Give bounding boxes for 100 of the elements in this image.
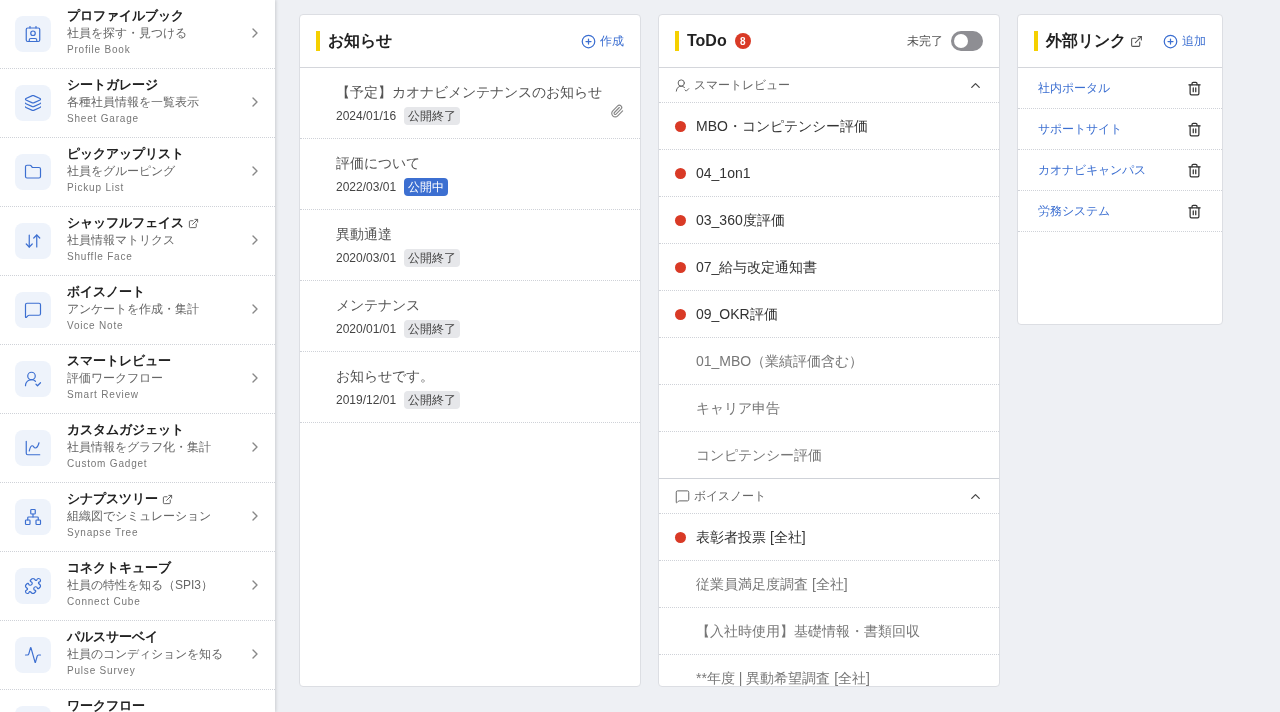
item-subtitle: アンケートを作成・集計 — [67, 301, 200, 318]
todo-text: 07_給与改定通知書 — [696, 257, 818, 277]
item-title: ボイスノート — [67, 283, 145, 301]
accent-bar — [675, 31, 679, 51]
link[interactable]: 労務システム — [1038, 202, 1187, 220]
todo-item[interactable]: コンピテンシー評価 — [659, 432, 999, 479]
item-subtitle: 社員の特性を知る（SPI3） — [67, 577, 214, 594]
sidebar-item[interactable]: ワークフロー — [0, 690, 275, 712]
todo-text: 01_MBO（業績評価含む） — [696, 351, 864, 371]
todo-item[interactable]: 09_OKR評価 — [659, 291, 999, 338]
speech-bubble-icon — [675, 488, 690, 504]
sidebar-item[interactable]: パルスサーベイ 社員のコンディションを知る Pulse Survey — [0, 621, 275, 690]
todo-text: 03_360度評価 — [696, 210, 785, 230]
layers-icon — [24, 94, 42, 112]
status-badge: 公開終了 — [404, 319, 461, 338]
todo-item[interactable]: キャリア申告 — [659, 385, 999, 432]
sidebar-item[interactable]: プロファイルブック 社員を探す・見つける Profile Book — [0, 0, 275, 69]
notice-title: 評価について — [336, 153, 421, 173]
network-icon — [24, 508, 42, 526]
accent-bar — [1034, 31, 1038, 51]
notice-date: 2020/03/01 — [336, 249, 397, 267]
todo-item[interactable]: 従業員満足度調査 [全社] — [659, 561, 999, 608]
pulse-icon — [24, 646, 42, 664]
item-english-name: Smart Review — [67, 388, 140, 402]
card-title: ToDo — [687, 31, 727, 51]
link[interactable]: 社内ポータル — [1038, 79, 1187, 97]
person-check-icon — [675, 77, 690, 93]
count-badge: 8 — [734, 33, 751, 49]
toggle-switch[interactable] — [951, 31, 983, 51]
todo-text: 従業員満足度調査 [全社] — [696, 574, 848, 594]
sidebar-item[interactable]: シナプスツリー 組織図でシミュレーション Synapse Tree — [0, 483, 275, 552]
item-title: ピックアップリスト — [67, 145, 184, 163]
trash-icon[interactable] — [1187, 162, 1202, 178]
todo-item[interactable]: **年度 | 異動希望調査 [全社] — [659, 655, 999, 686]
todo-text: 04_1on1 — [696, 163, 751, 183]
section-header[interactable]: ボイスノート — [659, 479, 999, 514]
item-title: スマートレビュー — [67, 352, 171, 370]
item-subtitle: 社員を探す・見つける — [67, 25, 188, 42]
item-english-name: Connect Cube — [67, 595, 142, 609]
trash-icon[interactable] — [1187, 80, 1202, 96]
todo-text: MBO・コンピテンシー評価 — [696, 116, 868, 136]
item-subtitle: 社員情報マトリクス — [67, 232, 176, 249]
item-title: ワークフロー — [67, 697, 145, 712]
item-english-name: Profile Book — [67, 43, 132, 57]
item-title: シャッフルフェイス — [67, 214, 184, 232]
contact-card-icon — [24, 25, 42, 43]
sidebar-item[interactable]: ボイスノート アンケートを作成・集計 Voice Note — [0, 276, 275, 345]
notice-title: メンテナンス — [336, 295, 421, 315]
item-subtitle: 社員をグルーピング — [67, 163, 176, 180]
item-english-name: Voice Note — [67, 319, 125, 333]
external-link-icon — [188, 217, 199, 229]
sidebar-item[interactable]: コネクトキューブ 社員の特性を知る（SPI3） Connect Cube — [0, 552, 275, 621]
todo-item[interactable]: 04_1on1 — [659, 150, 999, 197]
sidebar-item[interactable]: スマートレビュー 評価ワークフロー Smart Review — [0, 345, 275, 414]
sidebar-item[interactable]: シートガレージ 各種社員情報を一覧表示 Sheet Garage — [0, 69, 275, 138]
item-english-name: Custom Gadget — [67, 457, 149, 471]
notice-item[interactable]: お知らせです。 2019/12/01 公開終了 — [300, 352, 640, 423]
item-english-name: Shuffle Face — [67, 250, 134, 264]
item-title: シートガレージ — [67, 76, 158, 94]
notice-item[interactable]: 評価について 2022/03/01 公開中 — [300, 139, 640, 210]
item-subtitle: 評価ワークフロー — [67, 370, 164, 387]
link[interactable]: サポートサイト — [1038, 120, 1187, 138]
todo-text: **年度 | 異動希望調査 [全社] — [696, 668, 870, 686]
plus-circle-icon — [581, 33, 596, 49]
todo-text: キャリア申告 — [696, 398, 780, 418]
add-button[interactable]: 追加 — [1163, 32, 1206, 50]
sidebar-item[interactable]: シャッフルフェイス 社員情報マトリクス Shuffle Face — [0, 207, 275, 276]
todo-text: 【入社時使用】基礎情報・書類回収 — [696, 621, 920, 641]
todo-item[interactable]: 01_MBO（業績評価含む） — [659, 338, 999, 385]
item-english-name: Pulse Survey — [67, 664, 137, 678]
notice-date: 2019/12/01 — [336, 391, 397, 409]
sidebar-item[interactable]: ピックアップリスト 社員をグルーピング Pickup List — [0, 138, 275, 207]
trash-icon[interactable] — [1187, 203, 1202, 219]
speech-bubble-icon — [24, 301, 42, 319]
notice-item[interactable]: 異動通達 2020/03/01 公開終了 — [300, 210, 640, 281]
todo-item[interactable]: 【入社時使用】基礎情報・書類回収 — [659, 608, 999, 655]
trash-icon[interactable] — [1187, 121, 1202, 137]
todo-item[interactable]: 07_給与改定通知書 — [659, 244, 999, 291]
status-badge: 公開終了 — [404, 248, 461, 267]
notice-title: お知らせです。 — [336, 366, 435, 386]
todo-text: 表彰者投票 [全社] — [696, 527, 806, 547]
section-header[interactable]: スマートレビュー — [659, 68, 999, 103]
plus-circle-icon — [1163, 33, 1178, 49]
person-check-icon — [24, 370, 42, 388]
toggle-label: 未完了 — [907, 33, 943, 50]
card-title: お知らせ — [328, 31, 392, 51]
todo-item[interactable]: 表彰者投票 [全社] — [659, 514, 999, 561]
create-button[interactable]: 作成 — [581, 32, 624, 50]
todo-item[interactable]: 03_360度評価 — [659, 197, 999, 244]
chart-icon — [24, 439, 42, 457]
sidebar-item[interactable]: カスタムガジェット 社員情報をグラフ化・集計 Custom Gadget — [0, 414, 275, 483]
notice-item[interactable]: 【予定】カオナビメンテナンスのお知らせ 2024/01/16 公開終了 — [300, 68, 640, 139]
status-badge: 公開中 — [404, 177, 449, 196]
section-title: スマートレビュー — [694, 77, 790, 94]
todo-text: 09_OKR評価 — [696, 304, 778, 324]
todo-text: コンピテンシー評価 — [696, 445, 822, 465]
item-title: カスタムガジェット — [67, 421, 184, 439]
todo-item[interactable]: MBO・コンピテンシー評価 — [659, 103, 999, 150]
notice-item[interactable]: メンテナンス 2020/01/01 公開終了 — [300, 281, 640, 352]
link[interactable]: カオナビキャンパス — [1038, 161, 1187, 179]
